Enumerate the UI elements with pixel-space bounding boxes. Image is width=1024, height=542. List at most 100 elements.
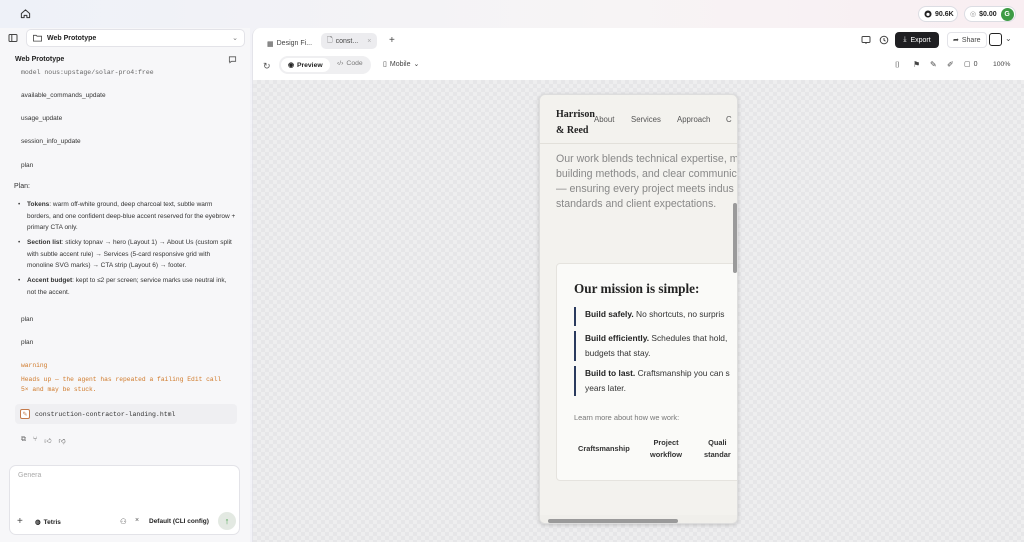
bullet-bold: Section list (27, 239, 62, 246)
zoom-level[interactable]: 100% (993, 61, 1010, 68)
copy-icon[interactable]: ⧉ (21, 436, 26, 445)
composer: Genera + ◍ Tetris ⚇ × Default (CLI config… (9, 465, 240, 535)
file-icon: 🗋 (327, 36, 333, 44)
coins-icon: ◎ (970, 11, 977, 18)
comment-count: 0 (973, 60, 978, 68)
camera-icon[interactable]: ⌷ (895, 60, 900, 70)
comment-icon: ▢ (964, 61, 971, 68)
about-line: building methods, and clear communic (556, 168, 737, 180)
credits-amount: $0.00 (979, 10, 997, 18)
event-usage-update: usage_update (21, 115, 63, 122)
layout-toggle-icon[interactable] (989, 33, 1002, 46)
code-label: Code (346, 60, 363, 67)
tab-construction[interactable]: 🗋 const... × (321, 33, 378, 49)
github-stars-button[interactable]: 90.6K (918, 6, 958, 22)
history-icon[interactable] (879, 35, 889, 45)
share-label: Share (961, 36, 981, 44)
code-tab[interactable]: ‹/› Code (337, 60, 363, 67)
composer-input[interactable]: Genera (18, 472, 41, 479)
learn-more-label: Learn more about how we work: (574, 413, 680, 422)
warning-text: Heads up — the agent has repeated a fail… (21, 376, 222, 393)
top-bar: 90.6K ◎ $0.00 G (0, 0, 1024, 28)
nav-contact[interactable]: C (726, 115, 732, 124)
mission-text: Craftsmanship you can s (635, 368, 730, 378)
thumbs-down-icon[interactable]: 👎︎ (59, 436, 66, 445)
plan-bullet-accent: Accent budget: kept to ≤2 per screen; se… (18, 275, 236, 298)
credits-button[interactable]: ◎ $0.00 G (964, 6, 1016, 22)
horizontal-scrollbar[interactable] (548, 519, 678, 523)
reload-icon[interactable]: ↻ (263, 61, 271, 72)
tab-close-icon[interactable]: × (367, 38, 371, 45)
preview-panel: ▦ Design Fi... 🗋 const... × + ⤓ Export ➦ Sha… (252, 28, 1024, 542)
link-craftsmanship[interactable]: Craftsmanship (578, 444, 630, 453)
nav-services[interactable]: Services (631, 115, 661, 124)
branch-icon[interactable]: ⑂ (33, 436, 37, 445)
tab-label: Design Fi... (276, 40, 313, 47)
add-attachment-icon[interactable]: + (17, 517, 23, 527)
chat-bubble-icon[interactable] (228, 55, 237, 64)
device-select[interactable]: ▯ Mobile ⌄ (383, 60, 420, 69)
avatar[interactable]: G (1000, 7, 1014, 21)
plan-bullet-tokens: Tokens: warm off-white ground, deep char… (18, 199, 236, 234)
new-tab-button[interactable]: + (389, 35, 395, 46)
model-select[interactable]: Default (CLI config) (149, 518, 209, 525)
warning-label: warning (21, 362, 48, 369)
mission-text: No shortcuts, no surpris (633, 309, 725, 319)
preview-tab[interactable]: ◉ Preview (281, 58, 330, 72)
layout-menu-chevron[interactable]: ⌄ (1005, 34, 1012, 43)
about-line: — ensuring every project meets indus (556, 183, 734, 195)
bullet-bold: Accent budget (27, 277, 73, 284)
nav-about[interactable]: About (594, 115, 614, 124)
thumbs-up-icon[interactable]: 👍︎ (44, 436, 51, 445)
sidebar-toggle-icon[interactable] (8, 33, 18, 43)
brand-line2: & Reed (556, 125, 589, 136)
comment-pin-icon[interactable]: ⚑ (913, 60, 920, 69)
present-icon[interactable] (861, 35, 871, 45)
chevron-down-icon: ⌄ (413, 61, 420, 68)
project-selector[interactable]: Web Prototype ⌄ (26, 29, 245, 47)
phone-icon: ▯ (383, 61, 387, 68)
close-icon[interactable]: × (135, 517, 139, 524)
eye-icon: ◉ (288, 62, 294, 69)
mission-bold: Build efficiently. (585, 333, 650, 343)
file-chip[interactable]: ✎ construction-contractor-landing.html (15, 404, 237, 424)
comments-button[interactable]: ▢ 0 (964, 60, 978, 69)
github-icon (924, 10, 932, 18)
grid-icon: ▦ (267, 40, 274, 48)
model-line: model nous:upstage/solar-pro4:free (21, 69, 154, 76)
link-line: Project (653, 438, 679, 447)
mobile-preview-frame: Harrison & Reed About Services Approach … (539, 94, 738, 524)
tetris-label: Tetris (43, 518, 61, 526)
edit-icon[interactable]: ✐ (947, 60, 954, 69)
home-icon[interactable] (20, 8, 31, 19)
link-line: standar (704, 450, 731, 459)
nav-approach[interactable]: Approach (677, 115, 710, 124)
folder-icon (33, 34, 42, 42)
send-button[interactable]: ↑ (218, 512, 236, 530)
chevron-down-icon: ⌄ (232, 35, 238, 42)
mission-item-efficiently: Build efficiently. Schedules that hold, b… (574, 331, 737, 361)
draw-icon[interactable]: ✎ (930, 60, 937, 69)
panel-title: Web Prototype (15, 56, 65, 63)
export-button[interactable]: ⤓ Export (895, 32, 939, 48)
skill-selector[interactable]: ◍ Tetris (35, 518, 61, 527)
pencil-icon: ✎ (20, 409, 30, 419)
chat-panel: Web Prototype ⌄ Web Prototype model nous… (0, 28, 250, 542)
preview-canvas: Harrison & Reed About Services Approach … (253, 80, 1024, 542)
about-line: Our work blends technical expertise, m (556, 153, 738, 165)
share-button[interactable]: ➦ Share (947, 32, 987, 48)
mission-text: years later. (585, 383, 626, 393)
view-toggle: ◉ Preview ‹/› Code (279, 56, 371, 74)
robot-icon[interactable]: ⚇ (120, 517, 127, 526)
link-project-workflow[interactable]: Project workflow (650, 437, 682, 461)
link-line: workflow (650, 450, 683, 459)
brand-logo[interactable]: Harrison & Reed (556, 107, 595, 139)
tab-design-files[interactable]: ▦ Design Fi... (265, 36, 314, 51)
link-quality-standards[interactable]: Quali standar (704, 437, 731, 461)
share-icon: ➦ (953, 37, 959, 44)
brand-line1: Harrison (556, 109, 595, 120)
arrow-up-icon: ↑ (224, 516, 230, 526)
download-icon: ⤓ (903, 36, 907, 43)
vertical-scrollbar[interactable] (733, 203, 737, 273)
stars-count: 90.6K (935, 10, 954, 18)
